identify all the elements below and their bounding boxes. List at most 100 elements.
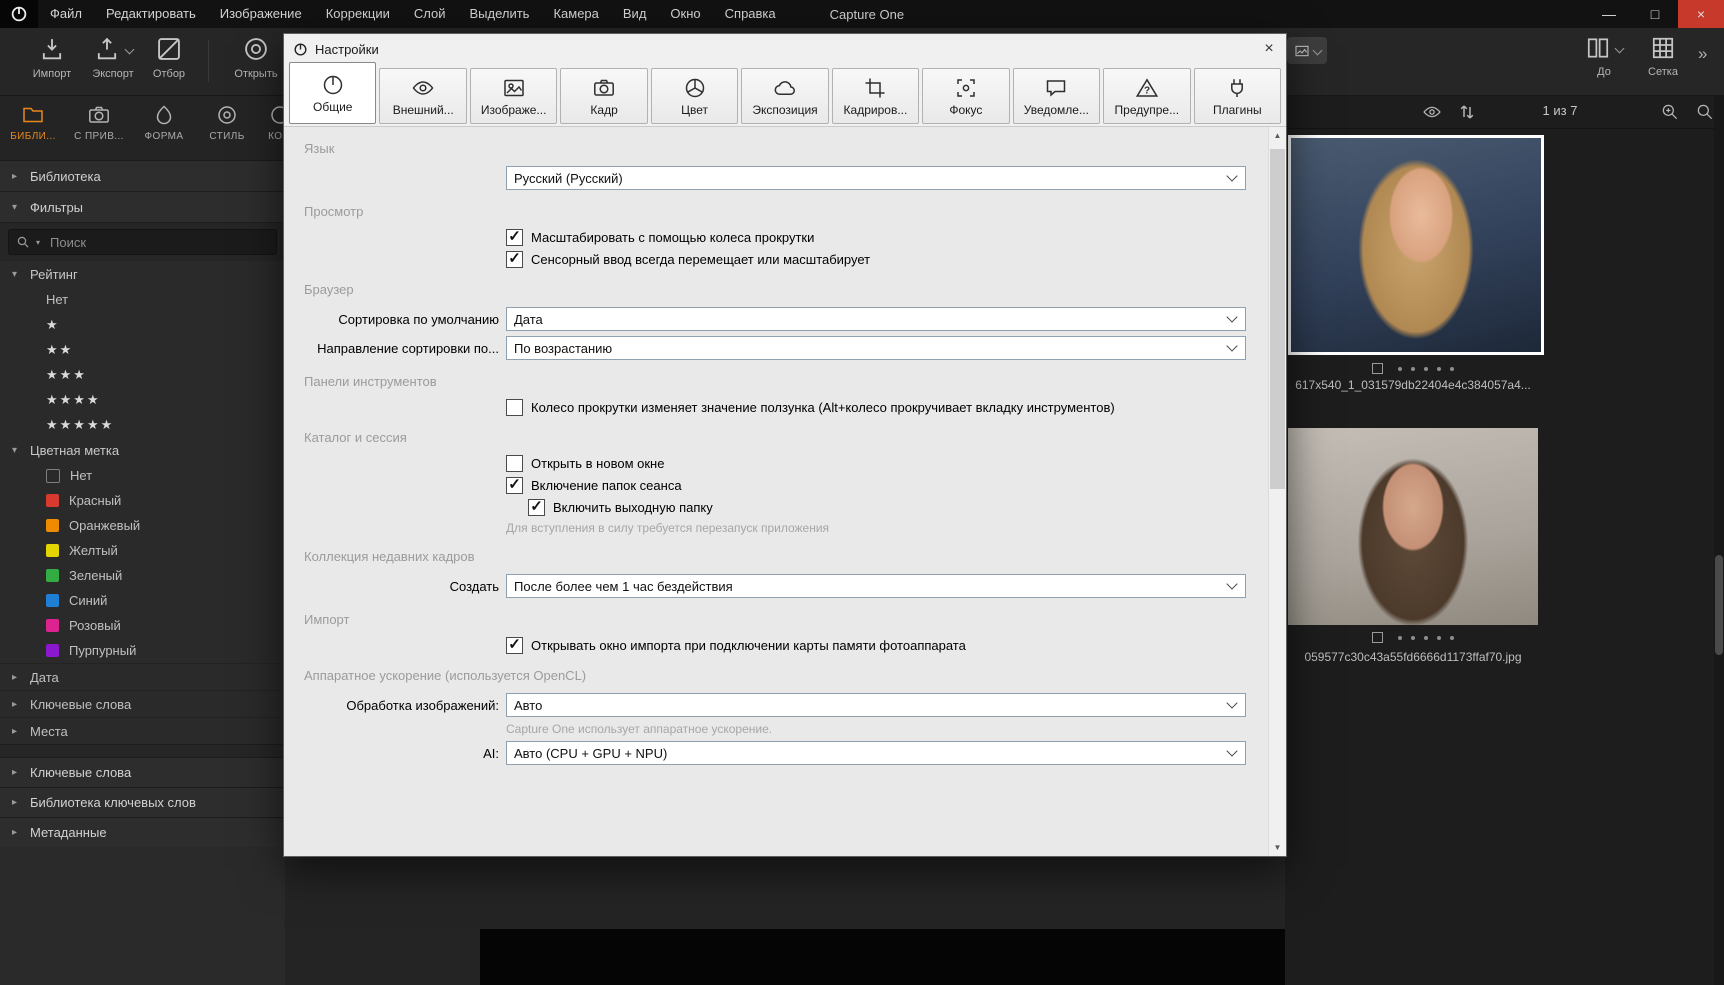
scroll-down-icon[interactable]: ▼ — [1269, 839, 1286, 856]
capture-one-logo-icon — [0, 0, 38, 28]
export-button[interactable]: Экспорт — [82, 35, 144, 80]
tab-shape[interactable]: ФОРМА — [138, 103, 190, 142]
menu-help[interactable]: Справка — [713, 0, 788, 28]
menu-window[interactable]: Окно — [658, 0, 712, 28]
green-swatch-icon — [46, 569, 59, 582]
tab-crop[interactable]: Кадриров... — [831, 68, 920, 124]
thumbnail-1[interactable] — [1288, 135, 1544, 355]
color-filter-red[interactable]: Красный — [0, 488, 285, 513]
color-filter-none[interactable]: Нет — [0, 463, 285, 488]
tab-capture[interactable]: Кадр — [560, 68, 648, 124]
color-tag-filter-header[interactable]: ▾ Цветная метка — [0, 437, 285, 463]
rating-filter-5[interactable]: ★★★★★ — [0, 412, 285, 437]
maximize-button[interactable]: □ — [1632, 0, 1678, 28]
rating-filter-4[interactable]: ★★★★ — [0, 387, 285, 412]
zoom-in-icon[interactable] — [1660, 102, 1680, 122]
browser-scrollbar-thumb[interactable] — [1715, 555, 1723, 655]
open-button[interactable]: Открыть — [228, 35, 284, 80]
sort-default-dropdown[interactable]: Дата — [506, 307, 1246, 331]
proof-before-button[interactable]: До — [1578, 35, 1630, 78]
menu-layer[interactable]: Слой — [402, 0, 458, 28]
grid-button[interactable]: Сетка — [1640, 35, 1686, 78]
eye-icon[interactable] — [1422, 102, 1442, 122]
scrollwheel-slider-checkbox[interactable] — [506, 399, 523, 416]
dialog-close-icon[interactable]: × — [1252, 34, 1286, 64]
tab-warnings[interactable]: ? Предупре... — [1103, 68, 1191, 124]
tab-notifications[interactable]: Уведомле... — [1012, 68, 1101, 124]
color-filter-orange[interactable]: Оранжевый — [0, 513, 285, 538]
menu-file[interactable]: Файл — [38, 0, 94, 28]
language-dropdown[interactable]: Русский (Русский) — [506, 166, 1246, 190]
output-folder-checkbox[interactable] — [528, 497, 545, 516]
thumbnail-2[interactable] — [1288, 428, 1538, 625]
zoom-icon[interactable] — [1695, 102, 1715, 122]
filters-section-header[interactable]: ▾ Фильтры — [0, 192, 285, 223]
thumbnail-2-rating[interactable] — [1288, 632, 1538, 643]
import-button[interactable]: Импорт — [24, 35, 80, 80]
menu-edit[interactable]: Редактировать — [94, 0, 208, 28]
session-folders-checkbox[interactable] — [506, 475, 523, 494]
close-button[interactable]: × — [1678, 0, 1724, 28]
search-box[interactable]: ▾ — [8, 229, 277, 255]
sort-icon[interactable] — [1457, 102, 1477, 122]
keywords-panel-header[interactable]: ▸ Ключевые слова — [0, 757, 285, 787]
proof-view-button[interactable] — [1287, 37, 1327, 64]
scroll-up-icon[interactable]: ▲ — [1269, 127, 1286, 144]
filter-date[interactable]: ▸ Дата — [0, 663, 285, 690]
tab-ko[interactable]: КО... — [260, 103, 285, 142]
rating-filter-3[interactable]: ★★★ — [0, 362, 285, 387]
rating-filter-2[interactable]: ★★ — [0, 337, 285, 362]
ai-label: AI: — [483, 745, 499, 761]
keyword-library-panel-header[interactable]: ▸ Библиотека ключевых слов — [0, 787, 285, 817]
create-dropdown[interactable]: После более чем 1 час бездействия — [506, 574, 1246, 598]
zoom-scroll-checkbox[interactable] — [506, 227, 523, 246]
chevron-down-icon: ▾ — [12, 444, 18, 456]
color-filter-green[interactable]: Зеленый — [0, 563, 285, 588]
touch-input-checkbox[interactable] — [506, 249, 523, 268]
tab-image[interactable]: Изображе... — [469, 68, 558, 124]
minimize-button[interactable]: — — [1586, 0, 1632, 28]
tab-plugins[interactable]: Плагины — [1193, 68, 1281, 124]
tab-exposure[interactable]: Экспозиция — [741, 68, 829, 124]
dialog-scrollbar-thumb[interactable] — [1270, 149, 1285, 489]
orange-swatch-icon — [46, 519, 59, 532]
ai-dropdown[interactable]: Авто (CPU + GPU + NPU) — [506, 741, 1246, 765]
color-filter-purple[interactable]: Пурпурный — [0, 638, 285, 663]
thumb-select-checkbox[interactable] — [1372, 363, 1383, 374]
menu-select[interactable]: Выделить — [457, 0, 541, 28]
cull-button[interactable]: Отбор — [144, 35, 194, 80]
tab-tethered[interactable]: С ПРИВ... — [68, 103, 130, 142]
tab-color[interactable]: Цвет — [650, 68, 739, 124]
thumb-select-checkbox[interactable] — [1372, 632, 1383, 643]
filter-keywords[interactable]: ▸ Ключевые слова — [0, 690, 285, 717]
color-filter-pink[interactable]: Розовый — [0, 613, 285, 638]
open-new-window-checkbox[interactable] — [506, 455, 523, 472]
import-window-checkbox[interactable] — [506, 635, 523, 654]
tab-appearance[interactable]: Внешний... — [379, 68, 467, 124]
rating-filter-none[interactable]: Нет — [0, 287, 285, 312]
search-input[interactable] — [48, 233, 269, 251]
rating-filter-1[interactable]: ★ — [0, 312, 285, 337]
filter-places[interactable]: ▸ Места — [0, 717, 285, 744]
thumbnail-3[interactable] — [1327, 675, 1500, 985]
color-filter-blue[interactable]: Синий — [0, 588, 285, 613]
browser-scrollbar[interactable] — [1714, 95, 1724, 985]
sort-direction-dropdown[interactable]: По возрастанию — [506, 336, 1246, 360]
dialog-scrollbar[interactable]: ▲ ▼ — [1268, 127, 1286, 856]
menu-adjustments[interactable]: Коррекции — [314, 0, 402, 28]
tab-library[interactable]: БИБЛИ... — [6, 103, 60, 142]
rating-filter-header[interactable]: ▾ Рейтинг — [0, 261, 285, 287]
menu-view[interactable]: Вид — [611, 0, 659, 28]
metadata-panel-header[interactable]: ▸ Метаданные — [0, 817, 285, 847]
library-section-header[interactable]: ▸ Библиотека — [0, 161, 285, 192]
tab-focus[interactable]: Фокус — [922, 68, 1010, 124]
menu-camera[interactable]: Камера — [541, 0, 610, 28]
tab-general[interactable]: Общие — [289, 62, 377, 124]
color-filter-yellow[interactable]: Желтый — [0, 538, 285, 563]
thumbnail-1-rating[interactable] — [1288, 363, 1538, 374]
toolbar-more-chevron-icon[interactable]: » — [1698, 44, 1707, 64]
menu-image[interactable]: Изображение — [208, 0, 314, 28]
image-processing-dropdown[interactable]: Авто — [506, 693, 1246, 717]
tab-style[interactable]: СТИЛЬ — [202, 103, 252, 142]
dialog-title-bar[interactable]: Настройки × — [284, 34, 1286, 64]
